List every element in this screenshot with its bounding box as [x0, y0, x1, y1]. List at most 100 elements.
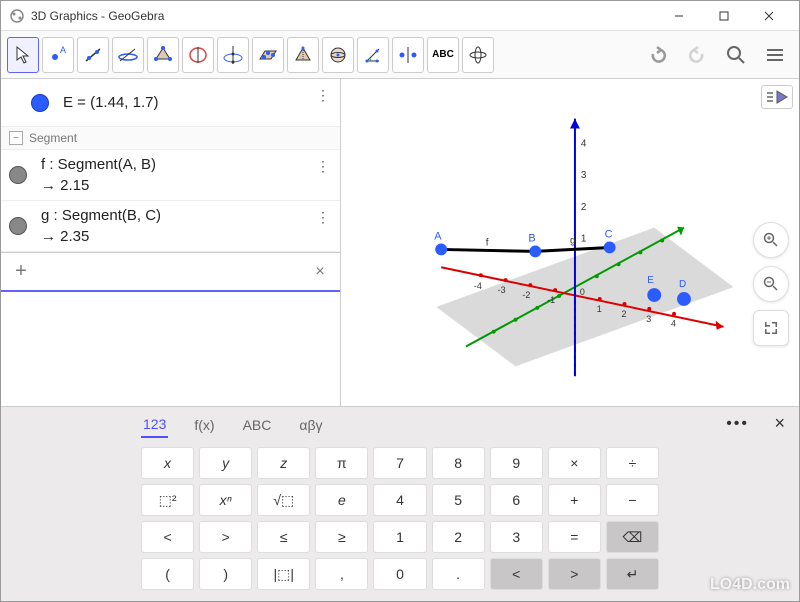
key-9[interactable]: 9 [490, 447, 543, 479]
graphics-3d-view[interactable]: 4 3 2 1 -4-3-2-1 1234 A B C f g E [341, 79, 799, 406]
algebra-item-segment-f[interactable]: f : Segment(A, B) → 2.15 ⋮ [1, 150, 340, 201]
algebra-expression: f : Segment(A, B) [41, 156, 156, 173]
key-plus[interactable]: + [548, 484, 601, 516]
key-multiply[interactable]: × [548, 447, 601, 479]
search-button[interactable] [718, 37, 754, 73]
tab-abc[interactable]: ABC [241, 413, 274, 437]
key-backspace[interactable]: ⌫ [606, 521, 659, 553]
key-right[interactable]: > [548, 558, 601, 590]
key-dot[interactable]: . [432, 558, 485, 590]
key-lparen[interactable]: ( [141, 558, 194, 590]
keyboard-close-button[interactable]: × [774, 413, 785, 434]
menu-button[interactable] [757, 37, 793, 73]
line-tool[interactable] [77, 37, 109, 73]
key-0[interactable]: 0 [373, 558, 426, 590]
key-sqrt[interactable]: √⬚ [257, 484, 310, 516]
key-pi[interactable]: π [315, 447, 368, 479]
visibility-toggle-icon[interactable] [9, 166, 27, 184]
window-title: 3D Graphics - GeoGebra [31, 9, 656, 23]
tab-123[interactable]: 123 [141, 412, 168, 438]
key-rparen[interactable]: ) [199, 558, 252, 590]
key-6[interactable]: 6 [490, 484, 543, 516]
key-equals[interactable]: = [548, 521, 601, 553]
key-le[interactable]: ≤ [257, 521, 310, 553]
key-left[interactable]: < [490, 558, 543, 590]
add-row-button[interactable]: + [1, 260, 41, 283]
keyboard-rows: x y z π 7 8 9 × ÷ ⬚² xⁿ √⬚ e 4 5 6 + − [1, 443, 799, 601]
svg-text:0: 0 [580, 287, 585, 297]
algebra-item-point-e[interactable]: E = (1.44, 1.7) ⋮ [1, 79, 340, 127]
svg-text:B: B [528, 233, 535, 245]
key-comma[interactable]: , [315, 558, 368, 590]
maximize-button[interactable] [701, 2, 746, 30]
key-2[interactable]: 2 [432, 521, 485, 553]
home-view-button[interactable] [753, 310, 789, 346]
visibility-toggle-icon[interactable] [31, 94, 49, 112]
segment-group-header[interactable]: − Segment [1, 127, 340, 150]
item-menu-icon[interactable]: ⋮ [316, 209, 330, 226]
circle-tool[interactable] [182, 37, 214, 73]
key-5[interactable]: 5 [432, 484, 485, 516]
content-area: E = (1.44, 1.7) ⋮ − Segment f : Segment(… [1, 79, 799, 406]
item-menu-icon[interactable]: ⋮ [316, 87, 330, 104]
algebra-expression: g : Segment(B, C) [41, 207, 161, 224]
algebra-input[interactable] [41, 260, 300, 284]
key-abs[interactable]: |⬚| [257, 558, 310, 590]
plane-tool[interactable] [252, 37, 284, 73]
point-tool[interactable]: A [42, 37, 74, 73]
polygon-tool[interactable] [147, 37, 179, 73]
key-lt[interactable]: < [141, 521, 194, 553]
tab-greek[interactable]: αβγ [297, 413, 324, 437]
svg-text:3: 3 [646, 314, 651, 324]
undo-button[interactable] [640, 37, 676, 73]
key-ge[interactable]: ≥ [315, 521, 368, 553]
svg-text:A: A [434, 231, 442, 243]
keyboard-tabs: 123 f(x) ABC αβγ ••• × [1, 407, 799, 443]
rotate-view-tool[interactable] [462, 37, 494, 73]
move-tool[interactable] [7, 37, 39, 73]
zoom-out-button[interactable] [753, 266, 789, 302]
key-4[interactable]: 4 [373, 484, 426, 516]
perpendicular-tool[interactable] [112, 37, 144, 73]
key-z[interactable]: z [257, 447, 310, 479]
stylebar-toggle-button[interactable] [761, 85, 793, 109]
zoom-in-button[interactable] [753, 222, 789, 258]
sphere-tool[interactable] [322, 37, 354, 73]
redo-button[interactable] [679, 37, 715, 73]
zoom-controls [753, 222, 789, 346]
collapse-icon[interactable]: − [9, 131, 23, 145]
algebra-item-segment-g[interactable]: g : Segment(B, C) → 2.35 ⋮ [1, 201, 340, 252]
key-minus[interactable]: − [606, 484, 659, 516]
algebra-panel: E = (1.44, 1.7) ⋮ − Segment f : Segment(… [1, 79, 341, 406]
key-e[interactable]: e [315, 484, 368, 516]
window-controls [656, 2, 791, 30]
key-power[interactable]: xⁿ [199, 484, 252, 516]
visibility-toggle-icon[interactable] [9, 217, 27, 235]
pyramid-tool[interactable] [287, 37, 319, 73]
svg-text:1: 1 [581, 234, 587, 245]
key-1[interactable]: 1 [373, 521, 426, 553]
intersect-tool[interactable] [217, 37, 249, 73]
clear-input-button[interactable]: × [300, 263, 340, 281]
minimize-button[interactable] [656, 2, 701, 30]
close-window-button[interactable] [746, 2, 791, 30]
svg-text:E: E [647, 275, 654, 286]
key-y[interactable]: y [199, 447, 252, 479]
titlebar: 3D Graphics - GeoGebra [1, 1, 799, 31]
key-enter[interactable]: ↵ [606, 558, 659, 590]
tab-fx[interactable]: f(x) [192, 413, 216, 437]
item-menu-icon[interactable]: ⋮ [316, 158, 330, 175]
text-tool[interactable]: ABC [427, 37, 459, 73]
key-8[interactable]: 8 [432, 447, 485, 479]
key-3[interactable]: 3 [490, 521, 543, 553]
key-square[interactable]: ⬚² [141, 484, 194, 516]
key-7[interactable]: 7 [373, 447, 426, 479]
svg-text:-4: -4 [474, 281, 482, 291]
key-x[interactable]: x [141, 447, 194, 479]
keyboard-more-button[interactable]: ••• [726, 415, 749, 433]
reflect-tool[interactable] [392, 37, 424, 73]
angle-tool[interactable] [357, 37, 389, 73]
key-gt[interactable]: > [199, 521, 252, 553]
key-divide[interactable]: ÷ [606, 447, 659, 479]
algebra-value: → 2.15 [41, 177, 156, 194]
